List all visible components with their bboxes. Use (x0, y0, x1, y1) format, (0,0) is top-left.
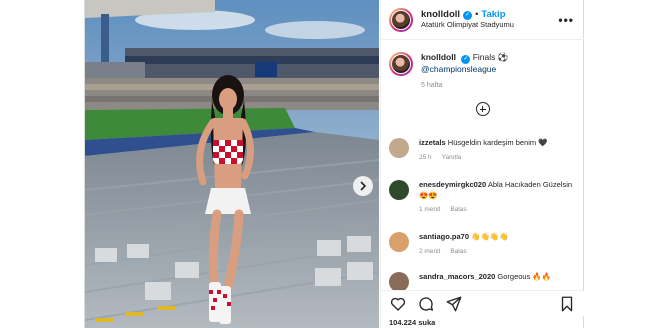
verified-badge-icon: ✓ (463, 10, 473, 20)
list-item: enesdeymirgkc020 Abla Hacıkaden Güzelsin… (389, 180, 576, 214)
reply-button[interactable]: Yanıtla (442, 154, 462, 161)
load-more-comments[interactable] (381, 102, 584, 117)
comment-avatar[interactable] (389, 272, 409, 292)
comment-username[interactable]: enesdeymirgkc020 (419, 180, 486, 189)
caption-time: 5 hafta (421, 82, 443, 90)
post-actions (381, 290, 584, 316)
comment-avatar[interactable] (389, 180, 409, 200)
comment-username[interactable]: santiago.pa70 (419, 232, 469, 241)
caption-text: Finals ⚽ (472, 52, 509, 62)
reply-button[interactable]: Balas (450, 248, 466, 255)
avatar[interactable] (389, 7, 413, 32)
header-username[interactable]: knolldoll (421, 9, 460, 21)
verified-badge-icon: ✓ (461, 54, 471, 64)
list-item: santiago.pa70 👋👋👋👋 2 menit Balas (389, 232, 576, 256)
comment-avatar[interactable] (389, 232, 409, 252)
comment-time: 25 h (419, 153, 432, 161)
comment-username[interactable]: sandra_macors_2020 (419, 272, 495, 281)
comment-time: 1 menit (419, 206, 441, 213)
caption-username[interactable]: knolldoll (421, 52, 456, 62)
caption-mention[interactable]: @championsleague (421, 64, 508, 75)
location-link[interactable]: Atatürk Olimpiyat Stadyumu (421, 20, 514, 30)
stadium-photo (85, 0, 379, 328)
send-icon[interactable] (445, 295, 463, 313)
comment-text: Gorgeous 🔥🔥 (497, 272, 552, 281)
post-side-panel: knolldoll ✓ • Takip Atatürk Olimpiyat St… (380, 0, 584, 328)
plus-circle-icon[interactable] (475, 102, 490, 117)
post-photo[interactable] (85, 0, 379, 328)
comment-time: 2 menit (419, 247, 441, 255)
bookmark-icon[interactable] (558, 295, 576, 313)
heart-icon[interactable] (389, 295, 407, 313)
comment-emoji: 🖤 (538, 138, 548, 147)
caption-avatar[interactable] (389, 52, 413, 76)
comment-text: Hüsgeldin kardeşim benim (447, 138, 537, 147)
header-separator: • (475, 8, 479, 20)
next-photo-button[interactable] (353, 176, 373, 196)
reply-button[interactable]: Balas (450, 206, 466, 213)
more-options-icon[interactable]: ••• (558, 13, 574, 27)
post-header: knolldoll ✓ • Takip Atatürk Olimpiyat St… (381, 0, 584, 40)
list-item: sandra_macors_2020 Gorgeous 🔥🔥 (389, 272, 576, 292)
instagram-post: knolldoll ✓ • Takip Atatürk Olimpiyat St… (84, 0, 584, 328)
list-item: izzetals Hüsgeldin kardeşim benim 🖤 25 h… (389, 138, 576, 162)
chevron-right-icon (360, 181, 367, 191)
post-caption: knolldoll ✓ Finals ⚽ @championsleague 5 … (381, 40, 584, 90)
likes-count[interactable]: 104.224 suka (389, 318, 435, 327)
comment-username[interactable]: izzetals (419, 138, 446, 147)
comment-avatar[interactable] (389, 138, 409, 158)
follow-button[interactable]: Takip (481, 9, 505, 21)
comment-icon[interactable] (417, 295, 435, 313)
comment-text: 👋👋👋👋 (471, 232, 509, 241)
